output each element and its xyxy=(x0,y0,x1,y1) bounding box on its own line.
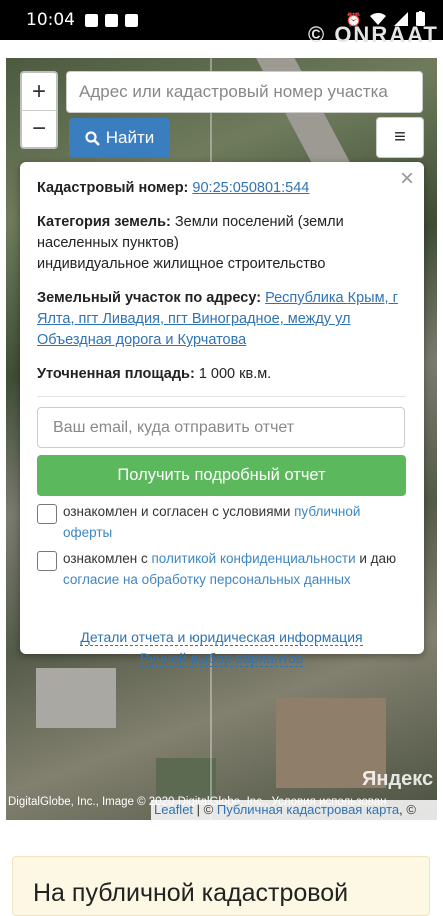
popup-footer-links: Детали отчета и юридическая информация Р… xyxy=(37,627,406,669)
notification-icons xyxy=(85,13,138,27)
area-value: 1 000 кв.м. xyxy=(198,366,272,382)
zoom-in-button[interactable]: + xyxy=(22,73,56,110)
privacy-consent-row: ознакомлен с политикой конфиденциальност… xyxy=(37,548,406,590)
offer-consent-row: ознакомлен и согласен с условиями публич… xyxy=(37,501,406,543)
map-building xyxy=(36,668,116,728)
cadastral-number-row: Кадастровый номер: 90:25:050801:544 xyxy=(37,178,406,199)
pkk-link[interactable]: Публичная кадастровая карта xyxy=(217,802,399,817)
area-row: Уточненная площадь: 1 000 кв.м. xyxy=(37,364,406,385)
report-details-link[interactable]: Детали отчета и юридическая информация xyxy=(80,629,363,646)
data-processing-link[interactable]: согласие на обработку персональных данны… xyxy=(63,572,351,587)
email-field[interactable] xyxy=(37,407,405,448)
area-label: Уточненная площадь: xyxy=(37,366,195,382)
yandex-logo: Яндекс xyxy=(362,768,434,790)
parcel-info-popup: × Кадастровый номер: 90:25:050801:544 Ка… xyxy=(20,162,424,667)
watermark-logo: © ONRAAT xyxy=(308,22,439,47)
privacy-policy-link[interactable]: политикой конфиденциальности xyxy=(151,551,355,566)
hamburger-icon: ≡ xyxy=(394,126,406,148)
close-icon[interactable]: × xyxy=(400,167,414,191)
offer-checkbox[interactable] xyxy=(37,504,57,524)
search-icon xyxy=(85,130,100,146)
privacy-consent-text: ознакомлен с политикой конфиденциальност… xyxy=(63,551,397,587)
find-button[interactable]: Найти xyxy=(69,118,170,158)
zoom-out-button[interactable]: − xyxy=(22,110,56,147)
privacy-checkbox[interactable] xyxy=(37,551,57,571)
info-card-title: На публичной кадастровой xyxy=(33,879,349,907)
land-use-value: индивидуальное жилищное строительство xyxy=(37,256,326,272)
checkbox-icon xyxy=(105,13,118,27)
status-time: 10:04 xyxy=(26,10,75,30)
cadastral-number-label: Кадастровый номер: xyxy=(37,180,189,196)
address-search-input[interactable] xyxy=(66,71,423,113)
cadastral-number-link[interactable]: 90:25:050801:544 xyxy=(192,180,309,196)
menu-button[interactable]: ≡ xyxy=(376,117,424,158)
land-category-label: Категория земель: xyxy=(37,214,171,230)
address-row: Земельный участок по адресу: Республика … xyxy=(37,288,406,351)
manual-select-link[interactable]: Ручной выбор вариантов xyxy=(139,650,304,667)
calendar-icon xyxy=(125,13,138,27)
get-report-button[interactable]: Получить подробный отчет xyxy=(37,455,406,496)
zoom-control: + − xyxy=(20,71,58,149)
offer-consent-text: ознакомлен и согласен с условиями публич… xyxy=(63,504,361,540)
find-label: Найти xyxy=(105,128,155,147)
leaflet-link[interactable]: Leaflet xyxy=(154,802,193,817)
image-icon xyxy=(85,13,98,27)
address-label: Земельный участок по адресу: xyxy=(37,290,262,306)
map-attribution: Leaflet | © Публичная кадастровая карта,… xyxy=(151,800,437,820)
divider xyxy=(37,396,406,397)
land-category-row: Категория земель: Земли поселений (земли… xyxy=(37,212,406,275)
info-card: На публичной кадастровой xyxy=(12,856,430,916)
map-building xyxy=(156,758,216,798)
